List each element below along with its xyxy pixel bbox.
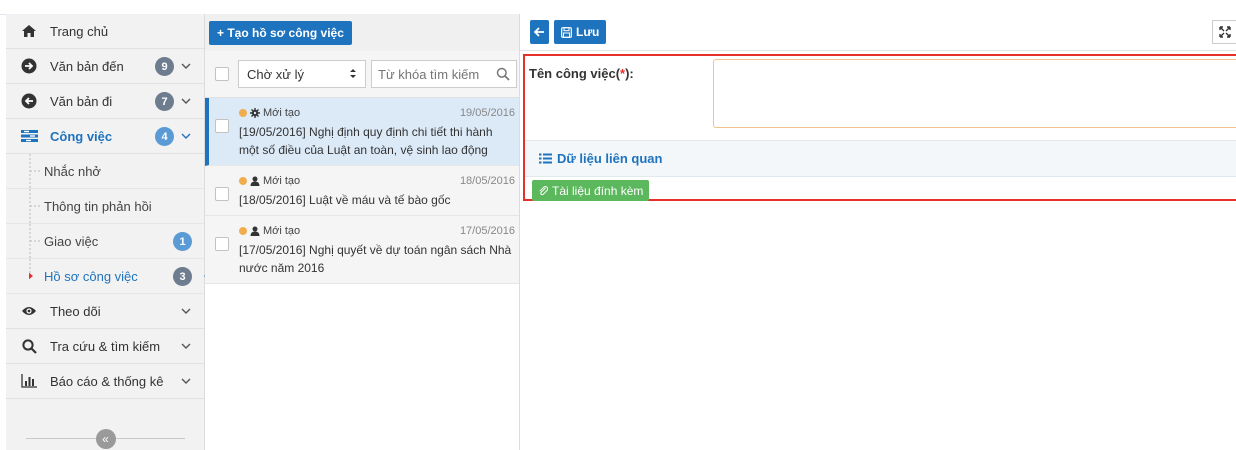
tasks-icon <box>20 127 38 145</box>
search-box <box>371 60 517 88</box>
bar-chart-icon <box>20 372 38 390</box>
status-label: Mới tạo <box>239 107 300 119</box>
sidebar-item-outgoing-docs[interactable]: Văn bản đi 7 <box>6 84 204 119</box>
select-all-checkbox[interactable] <box>215 67 229 81</box>
sidebar-item-label: Nhắc nhở <box>44 163 101 179</box>
expand-icon <box>1218 26 1231 38</box>
item-date: 18/05/2016 <box>459 175 515 187</box>
collapse-sidebar-button[interactable]: « <box>95 429 116 449</box>
chevron-down-icon[interactable] <box>180 96 192 108</box>
task-name-label: Tên công việc(*): <box>529 66 634 81</box>
sidebar-item-incoming-docs[interactable]: Văn bản đến 9 <box>6 49 204 84</box>
arrow-circle-right-icon <box>20 57 38 75</box>
select-arrows-icon <box>349 67 357 82</box>
save-icon <box>561 26 572 38</box>
list-toolbar: + Tạo hồ sơ công việc <box>205 14 519 51</box>
sidebar-item-reports[interactable]: Báo cáo & thống kê <box>6 364 204 399</box>
sidebar-item-label: Báo cáo & thống kê <box>50 373 164 389</box>
attachments-button[interactable]: Tài liệu đính kèm <box>532 180 650 201</box>
filter-bar: Chờ xử lý <box>205 51 519 98</box>
tree-connector <box>29 189 40 224</box>
sidebar-item-label: Tra cứu & tìm kiếm <box>50 338 161 354</box>
status-dot <box>239 177 247 185</box>
tree-connector <box>29 154 40 189</box>
sidebar-collapse-row: « <box>6 428 205 450</box>
sidebar-item-label: Trang chủ <box>50 23 109 39</box>
count-badge: 7 <box>155 92 174 111</box>
item-title: [18/05/2016] Luật về máu và tế bào gốc <box>239 193 451 207</box>
attachments-label: Tài liệu đính kèm <box>552 183 644 198</box>
item-title: [17/05/2016] Nghị quyết về dự toán ngân … <box>239 243 512 275</box>
count-badge: 4 <box>155 127 174 146</box>
home-icon <box>20 22 38 40</box>
list-item[interactable]: Mới tạo 18/05/2016 [18/05/2016] Luật về … <box>205 166 519 216</box>
save-label: Lưu <box>576 25 600 39</box>
sidebar-item-label: Văn bản đến <box>50 58 124 74</box>
status-dot <box>239 227 247 235</box>
create-task-profile-button[interactable]: + Tạo hồ sơ công việc <box>209 20 352 45</box>
sidebar-subitem-task-profiles[interactable]: Hồ sơ công việc 3 <box>6 259 214 294</box>
chevron-down-icon[interactable] <box>180 61 192 73</box>
count-badge: 3 <box>173 267 192 286</box>
sidebar-item-label: Công việc <box>50 128 113 144</box>
status-dot <box>239 109 247 117</box>
eye-icon <box>20 302 38 320</box>
paperclip-icon <box>539 186 548 196</box>
task-name-input[interactable] <box>713 59 1236 128</box>
user-icon <box>250 226 260 236</box>
detail-pane: Lưu Tên công việc(*): Dữ liệu liên quan … <box>520 14 1236 450</box>
sidebar-item-label: Theo dõi <box>50 303 101 319</box>
fullscreen-button[interactable] <box>1212 20 1236 44</box>
search-icon[interactable] <box>496 67 510 81</box>
back-button[interactable] <box>530 20 549 44</box>
task-form: Tên công việc(*): Dữ liệu liên quan Tài … <box>523 54 1236 201</box>
item-checkbox[interactable] <box>215 187 229 201</box>
detail-toolbar: Lưu <box>520 14 1236 51</box>
item-date: 19/05/2016 <box>459 107 515 119</box>
count-badge: 1 <box>173 232 192 251</box>
chevron-down-icon[interactable] <box>180 376 192 388</box>
status-filter-select[interactable]: Chờ xử lý <box>238 60 366 88</box>
item-date: 17/05/2016 <box>459 225 515 237</box>
sidebar-subitem-reminders[interactable]: Nhắc nhở <box>6 154 204 189</box>
item-title: [19/05/2016] Nghị định quy định chi tiết… <box>239 125 493 157</box>
sidebar: Trang chủ Văn bản đến 9 Văn bản đi 7 Côn… <box>6 14 214 450</box>
sidebar-item-home[interactable]: Trang chủ <box>6 14 204 49</box>
sidebar-item-lookup[interactable]: Tra cứu & tìm kiếm <box>6 329 204 364</box>
user-icon <box>250 176 260 186</box>
sidebar-item-label: Giao việc <box>44 233 99 249</box>
item-checkbox[interactable] <box>215 119 229 133</box>
search-icon <box>20 337 38 355</box>
arrow-left-icon <box>534 27 544 37</box>
save-button[interactable]: Lưu <box>554 20 607 44</box>
status-label: Mới tạo <box>239 225 300 237</box>
sidebar-subitem-assign[interactable]: Giao việc 1 <box>6 224 204 259</box>
chevron-down-icon[interactable] <box>180 306 192 318</box>
chevron-down-icon[interactable] <box>180 341 192 353</box>
list-icon <box>539 153 552 164</box>
sidebar-item-label: Văn bản đi <box>50 93 113 109</box>
search-input[interactable] <box>378 66 490 82</box>
status-label: Mới tạo <box>239 175 300 187</box>
list-item[interactable]: Mới tạo 19/05/2016 [19/05/2016] Nghị địn… <box>205 98 519 166</box>
status-filter-value: Chờ xử lý <box>247 66 304 82</box>
sidebar-item-label: Thông tin phản hồi <box>44 198 152 214</box>
item-checkbox[interactable] <box>215 237 229 251</box>
sidebar-item-follow[interactable]: Theo dõi <box>6 294 204 329</box>
related-data-section[interactable]: Dữ liệu liên quan <box>525 140 1236 177</box>
tree-connector <box>29 259 33 280</box>
tree-connector <box>29 224 40 259</box>
chevron-down-icon[interactable] <box>180 131 192 143</box>
task-list-pane: + Tạo hồ sơ công việc Chờ xử lý Mới tạo … <box>205 14 520 450</box>
list-item[interactable]: Mới tạo 17/05/2016 [17/05/2016] Nghị quy… <box>205 216 519 284</box>
count-badge: 9 <box>155 57 174 76</box>
arrow-circle-left-icon <box>20 92 38 110</box>
sidebar-item-label: Hồ sơ công việc <box>44 268 138 284</box>
related-data-label: Dữ liệu liên quan <box>557 151 663 166</box>
sidebar-subitem-feedback[interactable]: Thông tin phản hồi <box>6 189 204 224</box>
gear-icon <box>250 108 260 118</box>
sidebar-item-tasks[interactable]: Công việc 4 <box>6 119 204 154</box>
